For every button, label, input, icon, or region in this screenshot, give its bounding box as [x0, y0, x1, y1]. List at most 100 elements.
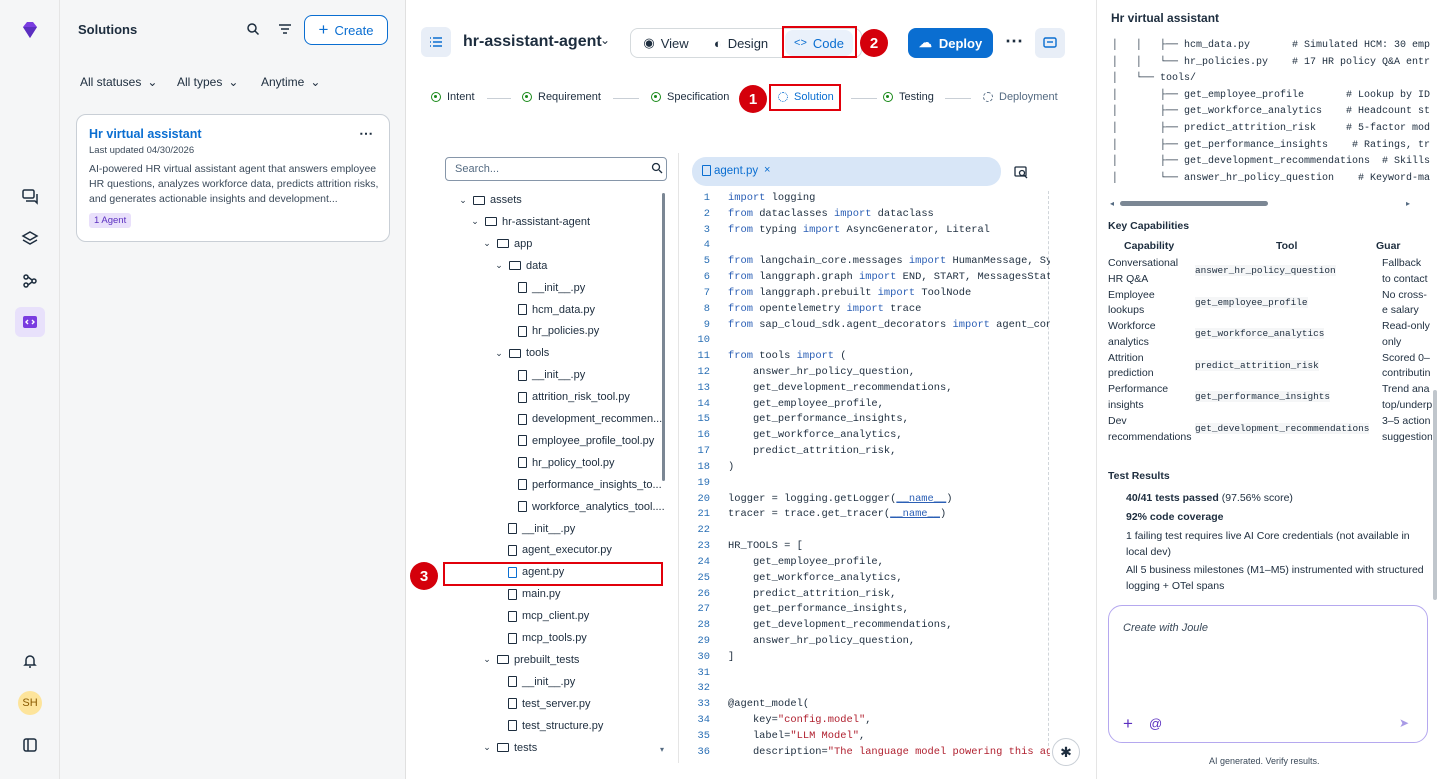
code-line[interactable]: label="LLM Model",	[728, 729, 1050, 745]
code-line[interactable]: from langgraph.prebuilt import ToolNode	[728, 286, 1050, 302]
code-line[interactable]: from tools import (	[728, 349, 1050, 365]
design-button[interactable]: ◐ Design	[706, 31, 776, 55]
code-line[interactable]: get_workforce_analytics,	[728, 428, 1050, 444]
horizontal-scrollbar[interactable]	[1120, 201, 1268, 206]
filter-status[interactable]: All statuses ⌄	[80, 75, 157, 89]
deploy-button[interactable]: ☁ Deploy	[908, 28, 993, 58]
code-line[interactable]: ]	[728, 650, 1050, 666]
search-icon[interactable]	[246, 22, 260, 39]
chevron-down-icon[interactable]: ⌄	[482, 654, 492, 665]
scroll-left-icon[interactable]: ◂	[1110, 199, 1114, 208]
project-chevron-icon[interactable]: ⌄	[600, 33, 610, 47]
scroll-down-icon[interactable]: ▾	[660, 745, 664, 754]
step-deployment[interactable]: Deployment	[983, 91, 1058, 103]
code-line[interactable]: get_performance_insights,	[728, 412, 1050, 428]
tree-folder[interactable]: ⌄ data	[494, 256, 547, 276]
tree-scrollbar[interactable]	[662, 193, 665, 481]
tree-file[interactable]: mcp_tools.py	[508, 628, 587, 648]
tree-file[interactable]: hr_policies.py	[518, 321, 599, 341]
chevron-down-icon[interactable]: ⌄	[458, 195, 468, 206]
tree-folder[interactable]: ⌄ hr-assistant-agent	[470, 212, 590, 232]
code-line[interactable]: from dataclasses import dataclass	[728, 207, 1050, 223]
code-line[interactable]: from langchain_core.messages import Huma…	[728, 254, 1050, 270]
code-line[interactable]: description="The language model powering…	[728, 745, 1050, 761]
tree-file[interactable]: main.py	[508, 584, 561, 604]
code-line[interactable]: answer_hr_policy_question,	[728, 634, 1050, 650]
code-workspace-icon[interactable]	[15, 307, 45, 337]
chevron-down-icon[interactable]: ⌄	[494, 348, 504, 359]
code-line[interactable]: from sap_cloud_sdk.agent_decorators impo…	[728, 318, 1050, 334]
tree-folder[interactable]: ⌄ tools	[494, 343, 549, 363]
code-line[interactable]: get_development_recommendations,	[728, 381, 1050, 397]
tree-file[interactable]: test_structure.py	[508, 716, 603, 736]
tree-file[interactable]: __init__.py	[508, 519, 575, 539]
file-search-input[interactable]: Search...	[445, 157, 667, 181]
code-line[interactable]: HR_TOOLS = [	[728, 539, 1050, 555]
tree-file[interactable]: test_server.py	[508, 694, 590, 714]
tree-folder[interactable]: ⌄ app	[482, 234, 532, 254]
filter-icon[interactable]	[278, 22, 292, 39]
code-line[interactable]: predict_attrition_risk,	[728, 444, 1050, 460]
code-line[interactable]: import logging	[728, 191, 1050, 207]
solution-card[interactable]: Hr virtual assistant ⋯ Last updated 04/3…	[76, 114, 390, 242]
sidebar-toggle-icon[interactable]	[15, 730, 45, 760]
editor-tab[interactable]: agent.py ×	[692, 157, 1001, 186]
tree-file[interactable]: hcm_data.py	[518, 300, 595, 320]
list-toggle-icon[interactable]	[421, 27, 451, 57]
tree-file[interactable]: workforce_analytics_tool....	[518, 497, 665, 517]
tree-file[interactable]: __init__.py	[508, 672, 575, 692]
add-icon[interactable]: +	[1123, 714, 1133, 734]
panel-scrollbar[interactable]	[1433, 390, 1437, 600]
inspect-icon[interactable]	[1014, 165, 1028, 182]
tree-file[interactable]: mcp_client.py	[508, 606, 589, 626]
search-icon[interactable]	[651, 162, 663, 177]
tree-folder[interactable]: ⌄ prebuilt_tests	[482, 650, 579, 670]
joule-logo-icon[interactable]	[15, 15, 45, 45]
code-line[interactable]: from typing import AsyncGenerator, Liter…	[728, 223, 1050, 239]
layers-icon[interactable]	[15, 224, 45, 254]
chevron-down-icon[interactable]: ⌄	[482, 742, 492, 753]
step-specification[interactable]: Specification	[651, 91, 729, 103]
create-button[interactable]: + Create	[304, 15, 388, 45]
avatar[interactable]: SH	[15, 688, 45, 718]
code-line[interactable]: tracer = trace.get_tracer(__name__)	[728, 507, 1050, 523]
step-requirement[interactable]: Requirement	[522, 91, 601, 103]
tree-file[interactable]: __init__.py	[518, 365, 585, 385]
chat-icon[interactable]	[15, 181, 45, 211]
code-line[interactable]: get_development_recommendations,	[728, 618, 1050, 634]
step-intent[interactable]: Intent	[431, 91, 475, 103]
joule-input[interactable]: Create with Joule + @ ➤	[1108, 605, 1428, 743]
chevron-down-icon[interactable]: ⌄	[494, 260, 504, 271]
tree-folder[interactable]: ⌄ tests	[482, 738, 537, 758]
chevron-down-icon[interactable]: ⌄	[482, 238, 492, 249]
code-line[interactable]: )	[728, 460, 1050, 476]
code-line[interactable]: from opentelemetry import trace	[728, 302, 1050, 318]
code-line[interactable]: logger = logging.getLogger(__name__)	[728, 492, 1050, 508]
bell-icon[interactable]	[15, 646, 45, 676]
code-line[interactable]: get_employee_profile,	[728, 555, 1050, 571]
project-name[interactable]: hr-assistant-agent	[463, 33, 602, 51]
tree-file[interactable]: __init__.py	[518, 278, 585, 298]
filter-type[interactable]: All types ⌄	[177, 75, 238, 89]
scroll-right-icon[interactable]: ▸	[1406, 199, 1410, 208]
tree-file[interactable]: development_recommen...	[518, 409, 662, 429]
step-testing[interactable]: Testing	[883, 91, 934, 103]
network-icon[interactable]	[15, 266, 45, 296]
bug-icon[interactable]: ✱	[1052, 738, 1080, 766]
close-tab-icon[interactable]: ×	[764, 164, 770, 176]
card-title[interactable]: Hr virtual assistant	[89, 127, 202, 141]
code-line[interactable]: key="config.model",	[728, 713, 1050, 729]
code-line[interactable]: @agent_model(	[728, 697, 1050, 713]
code-line[interactable]: predict_attrition_risk,	[728, 587, 1050, 603]
mention-icon[interactable]: @	[1149, 716, 1162, 731]
more-icon[interactable]: ⋯	[359, 125, 373, 142]
code-line[interactable]: get_performance_insights,	[728, 602, 1050, 618]
chevron-down-icon[interactable]: ⌄	[470, 216, 480, 227]
code-line[interactable]: from langgraph.graph import END, START, …	[728, 270, 1050, 286]
tree-file[interactable]: attrition_risk_tool.py	[518, 387, 630, 407]
tree-file[interactable]: hr_policy_tool.py	[518, 453, 615, 473]
tree-file[interactable]: employee_profile_tool.py	[518, 431, 654, 451]
more-actions-icon[interactable]: ⋯	[1005, 31, 1023, 52]
tree-file[interactable]: performance_insights_to...	[518, 475, 662, 495]
send-icon[interactable]: ➤	[1399, 716, 1409, 730]
